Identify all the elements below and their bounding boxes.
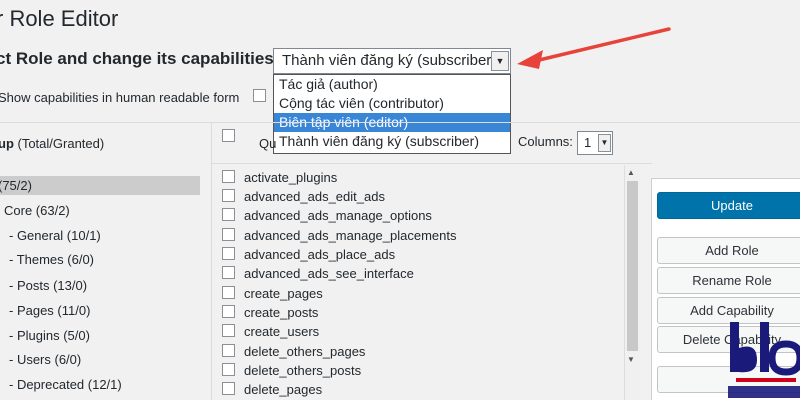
capability-checkbox[interactable]	[222, 305, 235, 318]
capability-label: advanced_ads_manage_options	[244, 208, 432, 223]
capability-label: create_posts	[244, 305, 319, 320]
role-select-label: ct Role and change its capabilities:	[0, 49, 280, 68]
capability-checkbox[interactable]	[222, 228, 235, 241]
panel-top-divider	[0, 122, 800, 123]
role-select[interactable]: Thành viên đăng ký (subscriber) ▼	[273, 48, 511, 74]
capability-row[interactable]: advanced_ads_edit_ads	[222, 188, 602, 207]
page-title: r Role Editor	[0, 6, 119, 31]
human-readable-checkbox[interactable]	[253, 89, 266, 102]
capability-label: advanced_ads_place_ads	[244, 247, 396, 262]
group-item-posts[interactable]: - Posts (13/0)	[9, 276, 87, 295]
group-item-core[interactable]: Core (63/2)	[4, 201, 70, 220]
columns-label: Columns:	[518, 134, 573, 149]
toolbar-divider	[212, 163, 652, 164]
capability-label: delete_pages	[244, 382, 323, 397]
capability-label: advanced_ads_edit_ads	[244, 189, 385, 204]
capability-checkbox[interactable]	[222, 247, 235, 260]
role-dropdown-list: Tác giả (author) Cộng tác viên (contribu…	[273, 74, 511, 154]
capability-row[interactable]: delete_pages	[222, 381, 602, 400]
capability-row[interactable]: advanced_ads_place_ads	[222, 246, 602, 265]
group-item-deprecated[interactable]: - Deprecated (12/1)	[9, 375, 122, 394]
group-item-general[interactable]: - General (10/1)	[9, 226, 101, 245]
update-button[interactable]: Update	[657, 192, 800, 219]
groups-header: up (Total/Granted)	[0, 136, 105, 151]
chevron-down-icon[interactable]: ▼	[598, 134, 611, 152]
capability-row[interactable]: delete_others_pages	[222, 343, 602, 362]
scroll-down-icon[interactable]: ▼	[627, 355, 635, 364]
watermark-logo-icon	[728, 322, 800, 398]
capability-row[interactable]: activate_plugins	[222, 169, 602, 188]
capability-label: delete_others_pages	[244, 344, 366, 359]
role-option-subscriber[interactable]: Thành viên đăng ký (subscriber)	[274, 132, 510, 151]
capability-row[interactable]: create_pages	[222, 285, 602, 304]
capability-label: advanced_ads_manage_placements	[244, 228, 457, 243]
group-item-users[interactable]: - Users (6/0)	[9, 350, 81, 369]
capability-checkbox[interactable]	[222, 208, 235, 221]
capability-row[interactable]: advanced_ads_manage_placements	[222, 227, 602, 246]
group-item-all[interactable]: (75/2)	[0, 176, 200, 195]
columns-value: 1	[584, 135, 592, 150]
capability-label: create_users	[244, 324, 320, 339]
capability-checkbox[interactable]	[222, 189, 235, 202]
annotation-arrow-icon	[517, 27, 671, 69]
capability-row[interactable]: create_users	[222, 323, 602, 342]
capability-checkbox[interactable]	[222, 170, 235, 183]
capability-label: create_pages	[244, 286, 323, 301]
capability-row[interactable]: create_posts	[222, 304, 602, 323]
capability-label: delete_others_posts	[244, 363, 362, 378]
human-readable-label: Show capabilities in human readable form	[0, 90, 240, 105]
scroll-up-icon[interactable]: ▲	[627, 168, 635, 177]
capability-checkbox[interactable]	[222, 324, 235, 337]
quick-filter-label: Qu	[259, 136, 277, 151]
role-option-contributor[interactable]: Cộng tác viên (contributor)	[274, 94, 510, 113]
capability-checkbox[interactable]	[222, 266, 235, 279]
scrollbar-thumb[interactable]	[627, 181, 638, 351]
capability-row[interactable]: delete_others_posts	[222, 362, 602, 381]
capability-checkbox[interactable]	[222, 382, 235, 395]
capability-checkbox[interactable]	[222, 286, 235, 299]
capability-checkbox[interactable]	[222, 363, 235, 376]
group-item-themes[interactable]: - Themes (6/0)	[9, 250, 94, 269]
capabilities-scrollbar[interactable]: ▲ ▼	[624, 165, 640, 400]
capability-label: advanced_ads_see_interface	[244, 266, 414, 281]
capability-label: activate_plugins	[244, 170, 338, 185]
capability-row[interactable]: advanced_ads_see_interface	[222, 265, 602, 284]
columns-select[interactable]: 1 ▼	[577, 131, 613, 155]
role-option-author[interactable]: Tác giả (author)	[274, 75, 510, 94]
capability-checkbox[interactable]	[222, 344, 235, 357]
rename-role-button[interactable]: Rename Role	[657, 267, 800, 294]
select-all-checkbox[interactable]	[222, 129, 235, 142]
add-role-button[interactable]: Add Role	[657, 237, 800, 264]
role-select-value: Thành viên đăng ký (subscriber)	[282, 52, 497, 69]
capability-row[interactable]: advanced_ads_manage_options	[222, 207, 602, 226]
group-item-pages[interactable]: - Pages (11/0)	[9, 301, 90, 320]
group-item-plugins[interactable]: - Plugins (5/0)	[9, 326, 90, 345]
